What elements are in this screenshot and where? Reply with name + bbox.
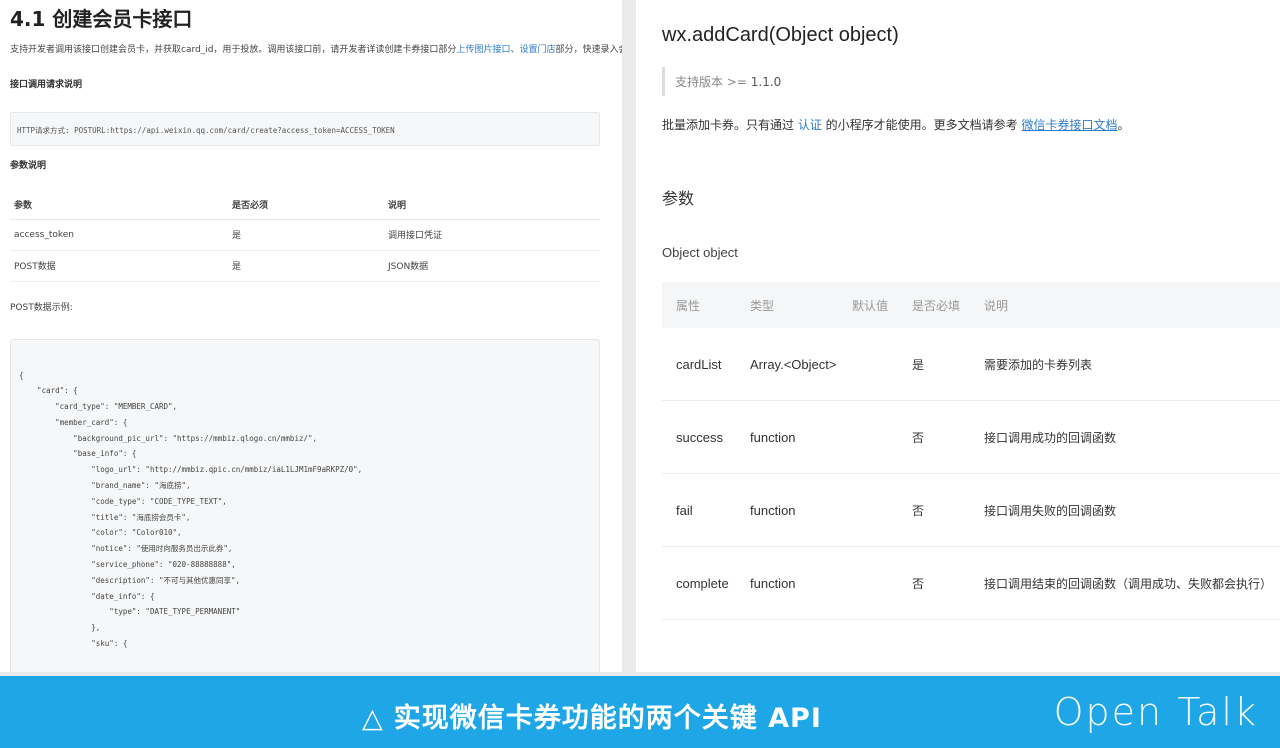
property-required: 否 — [912, 576, 925, 591]
code-line: "title": "海底捞会员卡", — [19, 512, 191, 522]
version-note: 支持版本 >= 1.1.0 — [662, 67, 1280, 96]
property-description: 需要添加的卡券列表 — [984, 357, 1093, 372]
property-type: function — [750, 502, 796, 518]
header-required: 是否必填 — [912, 298, 961, 313]
request-url-box: HTTP请求方式: POSTURL:https://api.weixin.qq.… — [10, 112, 600, 146]
code-line: "color": "Color010", — [19, 528, 182, 538]
param-header-desc: 说明 — [384, 197, 600, 220]
version-label: 支持版本 >= — [675, 75, 751, 89]
property-name: fail — [676, 502, 693, 518]
table-row: cardList Array.<Object> 是 需要添加的卡券列表 — [662, 328, 1280, 401]
header-property: 属性 — [676, 298, 701, 313]
code-line: "date_info": { — [19, 591, 155, 601]
code-line: { — [19, 370, 24, 380]
code-line: "base_info": { — [19, 449, 137, 459]
property-name: success — [676, 429, 723, 445]
object-label: Object object — [662, 245, 738, 260]
table-row: success function 否 接口调用成功的回调函数 — [662, 401, 1280, 474]
post-example-label: POST数据示例: — [10, 302, 73, 313]
right-doc-panel: wx.addCard(Object object) 支持版本 >= 1.1.0 … — [636, 0, 1280, 672]
property-type: function — [750, 429, 796, 445]
property-description: 接口调用结束的回调函数（调用成功、失败都会执行） — [984, 576, 1273, 591]
caption-text: △ 实现微信卡券功能的两个关键 API — [362, 696, 822, 735]
property-table-header: 属性 类型 默认值 是否必填 说明 — [662, 282, 1280, 328]
code-line: "sku": { — [19, 639, 128, 649]
code-line: "service_phone": "020-88888888", — [19, 560, 236, 570]
param-section-title: 参数说明 — [10, 161, 47, 171]
property-description: 接口调用失败的回调函数 — [984, 503, 1117, 518]
desc-post: 。 — [1117, 118, 1130, 132]
code-line: "background_pic_url": "https://mmbiz.qlo… — [19, 433, 318, 443]
version-number: 1.1.0 — [750, 75, 782, 89]
param-name: access_token — [10, 219, 228, 251]
card-docs-link[interactable]: 微信卡券接口文档 — [1021, 118, 1117, 132]
desc-pre: 批量添加卡券。只有通过 — [662, 118, 798, 132]
property-required: 否 — [912, 503, 925, 518]
api-title: wx.addCard(Object object) — [662, 24, 899, 46]
property-type: function — [750, 575, 796, 591]
intro-pre: 支持开发者调用该接口创建会员卡，并获取card_id，用于投放。调用该接口前，请… — [10, 45, 457, 55]
code-line: "description": "不可与其他优惠同享", — [19, 575, 241, 585]
header-description: 说明 — [984, 298, 1009, 313]
page-title: 4.1 创建会员卡接口 — [10, 7, 193, 31]
set-store-link[interactable]: 设置门店 — [519, 45, 555, 55]
open-talk-logo: Open Talk — [1053, 690, 1258, 734]
triangle-icon: △ — [362, 703, 384, 734]
param-header-required: 是否必须 — [228, 197, 384, 220]
property-name: complete — [676, 575, 729, 591]
code-line: "card_type": "MEMBER_CARD", — [19, 402, 178, 412]
api-description: 批量添加卡券。只有通过 认证 的小程序才能使用。更多文档请参考 微信卡券接口文档… — [662, 116, 1280, 133]
code-line: "card": { — [19, 386, 78, 396]
param-desc: JSON数据 — [384, 250, 600, 282]
caption-label: 实现微信卡券功能的两个关键 API — [393, 703, 822, 734]
property-description: 接口调用成功的回调函数 — [984, 430, 1117, 445]
auth-link[interactable]: 认证 — [798, 118, 822, 132]
param-table: 参数 是否必须 说明 access_token 是 调用接口凭证 POST数据 … — [10, 197, 600, 282]
table-row: fail function 否 接口调用失败的回调函数 — [662, 474, 1280, 547]
param-desc: 调用接口凭证 — [384, 219, 600, 251]
table-row: complete function 否 接口调用结束的回调函数（调用成功、失败都… — [662, 547, 1280, 620]
left-doc-panel: 4.1 创建会员卡接口 支持开发者调用该接口创建会员卡，并获取card_id，用… — [0, 0, 622, 672]
param-table-header: 参数 是否必须 说明 — [10, 197, 600, 220]
header-default: 默认值 — [852, 298, 889, 313]
params-heading: 参数 — [662, 189, 695, 208]
property-name: cardList — [676, 356, 722, 372]
code-line: "logo_url": "http://mmbiz.qpic.cn/mmbiz/… — [19, 465, 363, 475]
param-required: 是 — [228, 250, 384, 282]
desc-mid: 的小程序才能使用。更多文档请参考 — [821, 118, 1022, 132]
param-header-name: 参数 — [10, 197, 228, 220]
param-name: POST数据 — [10, 250, 228, 282]
code-line: }, — [19, 623, 101, 633]
property-type: Array.<Object> — [750, 356, 837, 372]
caption-banner: △ 实现微信卡券功能的两个关键 API Open Talk — [0, 676, 1280, 748]
code-line: "member_card": { — [19, 417, 128, 427]
code-line: "brand_name": "海底捞", — [19, 481, 191, 491]
table-row: access_token 是 调用接口凭证 — [10, 219, 600, 251]
upload-image-link[interactable]: 上传图片接口 — [456, 45, 510, 55]
intro-post: 部分，快速录入会员卡卡面必要信息。 — [555, 45, 622, 55]
property-required: 是 — [912, 357, 925, 372]
request-section-title: 接口调用请求说明 — [10, 80, 83, 90]
param-required: 是 — [228, 219, 384, 251]
property-table: 属性 类型 默认值 是否必填 说明 cardList Array.<Object… — [662, 282, 1280, 620]
code-example-block: { "card": { "card_type": "MEMBER_CARD", … — [10, 338, 600, 672]
table-row: POST数据 是 JSON数据 — [10, 250, 600, 282]
property-required: 否 — [912, 430, 925, 445]
code-line: "type": "DATE_TYPE_PERMANENT" — [19, 607, 241, 617]
code-line: "notice": "使用时向服务员出示此券", — [19, 544, 233, 554]
header-type: 类型 — [750, 298, 775, 313]
intro-text: 支持开发者调用该接口创建会员卡，并获取card_id，用于投放。调用该接口前，请… — [10, 44, 622, 57]
code-line: "code_type": "CODE_TYPE_TEXT", — [19, 496, 227, 506]
